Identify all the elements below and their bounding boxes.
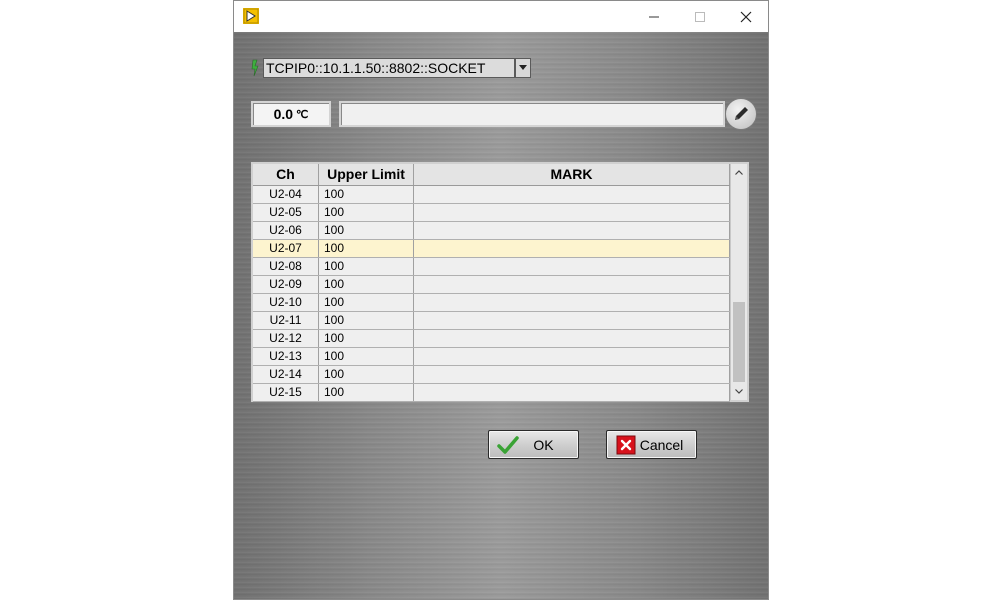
- cell-ch[interactable]: U2-11: [253, 312, 319, 329]
- table-header: Ch Upper Limit MARK: [253, 164, 730, 186]
- cell-mark[interactable]: [414, 204, 730, 221]
- cell-mark[interactable]: [414, 222, 730, 239]
- ok-button[interactable]: OK: [488, 430, 579, 459]
- labview-app-icon: [243, 8, 259, 24]
- visa-resource-icon: [251, 59, 259, 77]
- cell-mark[interactable]: [414, 294, 730, 311]
- temperature-unit: ℃: [296, 108, 309, 121]
- cell-upper-limit[interactable]: 100: [319, 384, 414, 401]
- cell-ch[interactable]: U2-14: [253, 366, 319, 383]
- minimize-icon: [649, 16, 659, 17]
- minimize-button[interactable]: [631, 1, 677, 32]
- chevron-down-icon: [735, 389, 743, 394]
- cell-ch[interactable]: U2-13: [253, 348, 319, 365]
- cell-upper-limit[interactable]: 100: [319, 348, 414, 365]
- table-row[interactable]: U2-10 100: [253, 294, 730, 312]
- chevron-up-icon: [735, 170, 743, 175]
- cell-mark[interactable]: [414, 366, 730, 383]
- chevron-down-icon: [519, 65, 527, 70]
- table-row[interactable]: U2-15 100: [253, 384, 730, 402]
- column-header-ch[interactable]: Ch: [253, 164, 319, 185]
- cell-ch[interactable]: U2-05: [253, 204, 319, 221]
- cell-ch[interactable]: U2-04: [253, 186, 319, 203]
- visa-resource-dropdown-button[interactable]: [515, 58, 531, 78]
- cell-upper-limit[interactable]: 100: [319, 312, 414, 329]
- cell-ch[interactable]: U2-06: [253, 222, 319, 239]
- dialog-content: TCPIP0::10.1.1.50::8802::SOCKET 0.0 ℃ Ch…: [234, 32, 768, 599]
- table-row[interactable]: U2-08 100: [253, 258, 730, 276]
- cell-mark[interactable]: [414, 258, 730, 275]
- limits-table: Ch Upper Limit MARK U2-04 100 U2-05 100 U2…: [251, 162, 749, 402]
- cell-upper-limit[interactable]: 100: [319, 222, 414, 239]
- checkmark-icon: [497, 435, 519, 455]
- temperature-indicator: 0.0 ℃: [251, 101, 331, 127]
- cancel-button-label: Cancel: [639, 436, 684, 453]
- scroll-up-button[interactable]: [731, 164, 747, 181]
- table-row[interactable]: U2-06 100: [253, 222, 730, 240]
- message-field[interactable]: [339, 101, 725, 127]
- temperature-value: 0.0: [273, 106, 294, 122]
- close-button[interactable]: [723, 1, 768, 32]
- ok-button-label: OK: [533, 436, 554, 453]
- table-row-selected[interactable]: U2-07 100: [253, 240, 730, 258]
- table-row[interactable]: U2-05 100: [253, 204, 730, 222]
- cancel-x-icon: [615, 435, 637, 455]
- table-row[interactable]: U2-11 100: [253, 312, 730, 330]
- cell-mark[interactable]: [414, 186, 730, 203]
- column-header-mark[interactable]: MARK: [414, 164, 730, 185]
- cell-ch[interactable]: U2-09: [253, 276, 319, 293]
- table-row[interactable]: U2-13 100: [253, 348, 730, 366]
- edit-button[interactable]: [725, 98, 757, 130]
- cell-mark[interactable]: [414, 240, 730, 257]
- table-row[interactable]: U2-14 100: [253, 366, 730, 384]
- close-icon: [740, 11, 752, 22]
- cell-upper-limit[interactable]: 100: [319, 276, 414, 293]
- cell-ch[interactable]: U2-07: [253, 240, 319, 257]
- cancel-button[interactable]: Cancel: [606, 430, 697, 459]
- maximize-button[interactable]: [677, 1, 723, 32]
- cell-upper-limit[interactable]: 100: [319, 258, 414, 275]
- cell-upper-limit[interactable]: 100: [319, 330, 414, 347]
- table-row[interactable]: U2-12 100: [253, 330, 730, 348]
- maximize-icon: [695, 11, 705, 22]
- visa-resource-field[interactable]: TCPIP0::10.1.1.50::8802::SOCKET: [263, 58, 515, 78]
- visa-resource-control[interactable]: TCPIP0::10.1.1.50::8802::SOCKET: [251, 57, 533, 79]
- table-row[interactable]: U2-04 100: [253, 186, 730, 204]
- cell-mark[interactable]: [414, 348, 730, 365]
- title-bar: [234, 1, 768, 32]
- dialog-window: TCPIP0::10.1.1.50::8802::SOCKET 0.0 ℃ Ch…: [233, 0, 769, 600]
- cell-ch[interactable]: U2-10: [253, 294, 319, 311]
- cell-upper-limit[interactable]: 100: [319, 186, 414, 203]
- table-body: U2-04 100 U2-05 100 U2-06 100 U2-07 100 U2-0…: [253, 186, 730, 402]
- cell-upper-limit[interactable]: 100: [319, 240, 414, 257]
- cell-mark[interactable]: [414, 330, 730, 347]
- cell-ch[interactable]: U2-08: [253, 258, 319, 275]
- cell-mark[interactable]: [414, 276, 730, 293]
- cell-ch[interactable]: U2-12: [253, 330, 319, 347]
- column-header-upper-limit[interactable]: Upper Limit: [319, 164, 414, 185]
- table-scrollbar[interactable]: [730, 164, 747, 400]
- cell-upper-limit[interactable]: 100: [319, 204, 414, 221]
- table-row[interactable]: U2-09 100: [253, 276, 730, 294]
- cell-ch[interactable]: U2-15: [253, 384, 319, 401]
- cell-upper-limit[interactable]: 100: [319, 366, 414, 383]
- cell-mark[interactable]: [414, 312, 730, 329]
- scroll-down-button[interactable]: [731, 383, 747, 400]
- scrollbar-thumb[interactable]: [733, 302, 745, 382]
- cell-upper-limit[interactable]: 100: [319, 294, 414, 311]
- pencil-icon: [735, 107, 748, 120]
- cell-mark[interactable]: [414, 384, 730, 401]
